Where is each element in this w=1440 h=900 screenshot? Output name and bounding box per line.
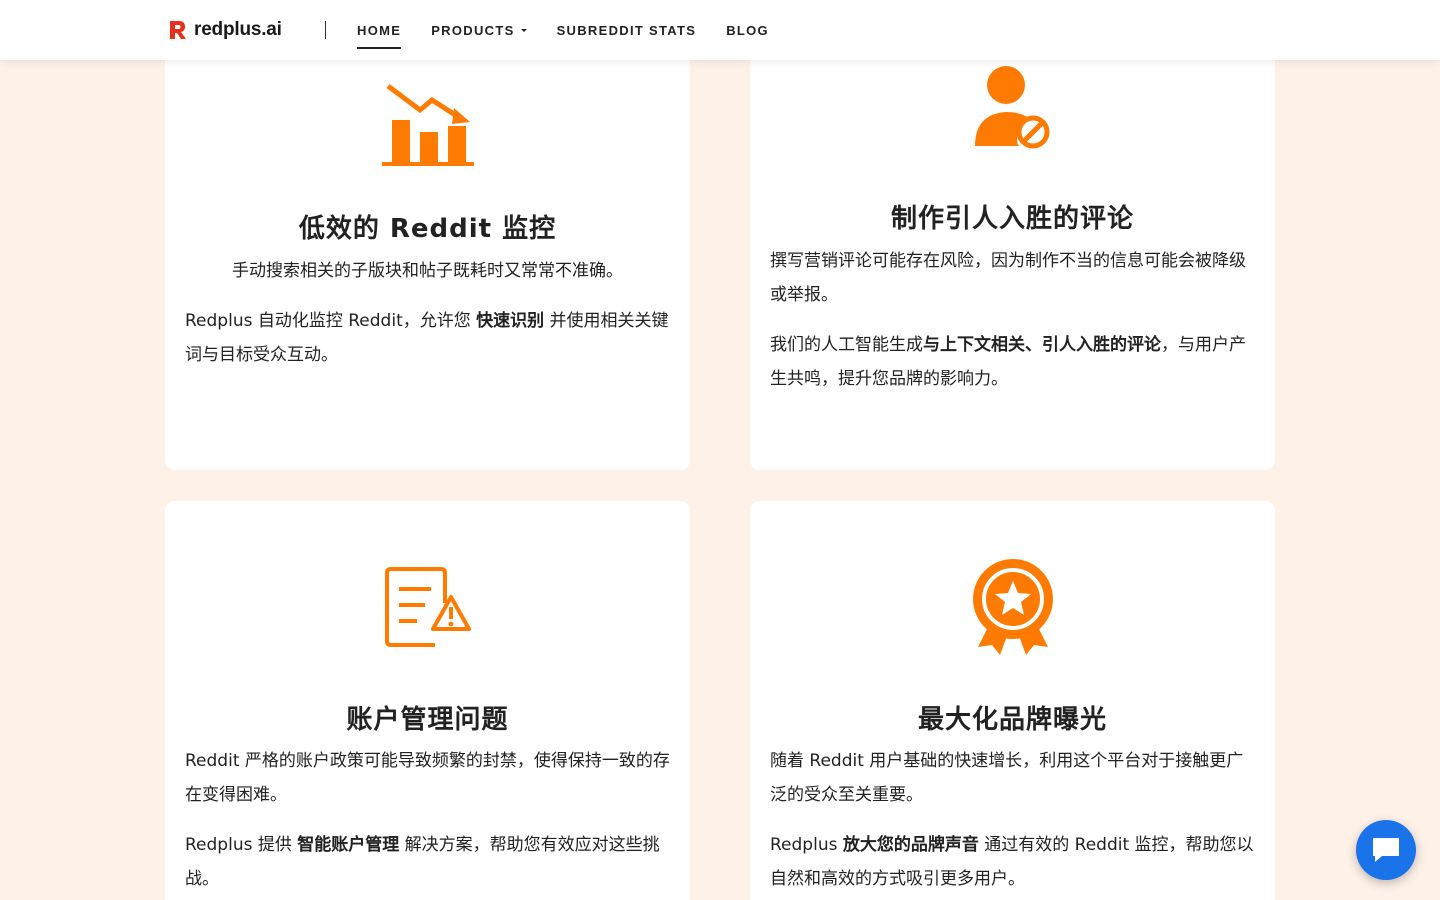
nav-products-label: PRODUCTS <box>431 22 515 38</box>
nav-blog[interactable]: BLOG <box>726 0 769 60</box>
card-solution: 我们的人工智能生成与上下文相关、引人入胜的评论，与用户产生共鸣，提升您品牌的影响… <box>770 335 1246 389</box>
header-divider <box>325 21 326 39</box>
card-description: Reddit 严格的账户政策可能导致频繁的封禁，使得保持一致的存在变得困难。 <box>185 751 670 805</box>
card-title: 制作引人入胜的评论 <box>890 204 1134 234</box>
award-badge-icon <box>972 559 1053 655</box>
feature-card-brand: 最大化品牌曝光 随着 Reddit 用户基础的快速增长，利用这个平台对于接触更广… <box>750 501 1275 900</box>
caret-down-icon <box>520 28 527 32</box>
feature-card-monitoring: 低效的 Reddit 监控 手动搜索相关的子版块和帖子既耗时又常常不准确。 Re… <box>165 30 690 470</box>
chat-launcher-button[interactable] <box>1356 820 1416 880</box>
feature-card-accounts: 账户管理问题 Reddit 严格的账户政策可能导致频繁的封禁，使得保持一致的存在… <box>165 501 690 900</box>
card-title: 最大化品牌曝光 <box>917 705 1107 735</box>
main-nav: HOME PRODUCTS SUBREDDIT STATS BLOG <box>357 0 799 60</box>
nav-home-label: HOME <box>357 22 402 38</box>
nav-home[interactable]: HOME <box>357 0 402 60</box>
nav-subreddit-stats[interactable]: SUBREDDIT STATS <box>557 0 697 60</box>
user-blocked-icon <box>974 66 1049 149</box>
card-description: 撰写营销评论可能存在风险，因为制作不当的信息可能会被降级或举报。 <box>770 251 1246 305</box>
document-warning-icon <box>384 567 471 647</box>
card-title: 账户管理问题 <box>346 705 509 735</box>
nav-products[interactable]: PRODUCTS <box>431 0 527 60</box>
card-solution: Redplus 自动化监控 Reddit，允许您 快速识别 并使用相关关键词与目… <box>185 311 669 365</box>
card-solution: Redplus 放大您的品牌声音 通过有效的 Reddit 监控，帮助您以自然和… <box>770 835 1254 889</box>
card-solution: Redplus 提供 智能账户管理 解决方案，帮助您有效应对这些挑战。 <box>185 835 660 889</box>
chat-bubble-icon <box>1373 838 1399 862</box>
brand-logo[interactable]: redplus.ai <box>168 18 282 42</box>
card-title: 低效的 Reddit 监控 <box>298 214 557 244</box>
declining-chart-icon <box>381 84 474 166</box>
logo-mark-icon <box>170 21 186 39</box>
brand-name: redplus.ai <box>194 19 282 40</box>
top-navbar: redplus.ai HOME PRODUCTS SUBREDDIT STATS… <box>0 0 1440 60</box>
nav-subreddit-stats-label: SUBREDDIT STATS <box>556 22 697 38</box>
nav-blog-label: BLOG <box>726 22 769 38</box>
card-description: 手动搜索相关的子版块和帖子既耗时又常常不准确。 <box>232 261 623 281</box>
card-description: 随着 Reddit 用户基础的快速增长，利用这个平台对于接触更广泛的受众至关重要… <box>770 751 1244 805</box>
feature-card-comments: 制作引人入胜的评论 撰写营销评论可能存在风险，因为制作不当的信息可能会被降级或举… <box>750 30 1275 470</box>
